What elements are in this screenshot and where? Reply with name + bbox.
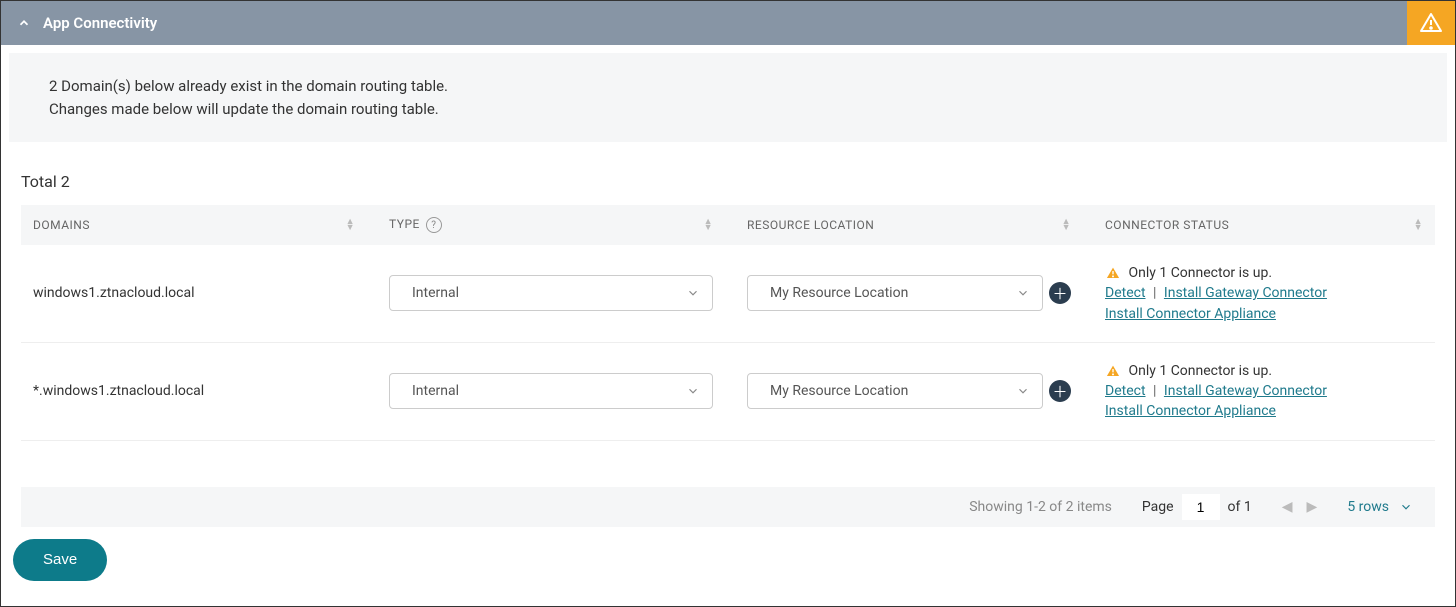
page-input[interactable] [1182, 494, 1220, 520]
save-button[interactable]: Save [13, 539, 107, 581]
warning-icon [1105, 265, 1121, 281]
column-header-status[interactable]: Connector Status ▲▼ [1093, 205, 1435, 245]
header-warning-badge[interactable] [1407, 1, 1455, 45]
rows-per-page-select[interactable]: 5 rows [1347, 499, 1413, 515]
page-group: Page of 1 [1142, 494, 1252, 520]
column-header-type[interactable]: Type? ▲▼ [377, 205, 725, 245]
domain-value: *.windows1.ztnacloud.local [33, 383, 204, 399]
table-row: *.windows1.ztnacloud.local Internal My R… [21, 343, 1435, 441]
section-title: App Connectivity [43, 14, 157, 32]
install-appliance-link[interactable]: Install Connector Appliance [1105, 306, 1276, 322]
install-gateway-link[interactable]: Install Gateway Connector [1164, 285, 1327, 301]
detect-link[interactable]: Detect [1105, 383, 1146, 399]
location-select[interactable]: My Resource Location [747, 275, 1043, 311]
chevron-down-icon [686, 384, 700, 398]
add-location-button[interactable]: ＋ [1049, 282, 1071, 304]
location-select[interactable]: My Resource Location [747, 373, 1043, 409]
install-gateway-link[interactable]: Install Gateway Connector [1164, 383, 1327, 399]
install-appliance-link[interactable]: Install Connector Appliance [1105, 403, 1276, 419]
section-header[interactable]: App Connectivity [1, 1, 1455, 45]
help-icon[interactable]: ? [426, 217, 442, 233]
sort-icon[interactable]: ▲▼ [1414, 219, 1423, 231]
table-footer: Showing 1-2 of 2 items Page of 1 ◀ ▶ 5 r… [21, 487, 1435, 527]
chevron-down-icon [686, 286, 700, 300]
chevron-down-icon [1016, 286, 1030, 300]
table-row: windows1.ztnacloud.local Internal My Res… [21, 245, 1435, 343]
info-line-1: 2 Domain(s) below already exist in the d… [49, 75, 1407, 98]
type-select[interactable]: Internal [389, 373, 713, 409]
column-header-location[interactable]: Resource Location ▲▼ [735, 205, 1083, 245]
showing-text: Showing 1-2 of 2 items [969, 499, 1112, 515]
info-line-2: Changes made below will update the domai… [49, 98, 1407, 121]
domain-value: windows1.ztnacloud.local [33, 285, 194, 301]
detect-link[interactable]: Detect [1105, 285, 1146, 301]
connector-status: Only 1 Connector is up. Detect | Install… [1093, 361, 1435, 422]
collapse-chevron-icon[interactable] [17, 16, 31, 30]
type-select[interactable]: Internal [389, 275, 713, 311]
info-banner: 2 Domain(s) below already exist in the d… [9, 53, 1447, 142]
table-header-row: Domains ▲▼ Type? ▲▼ Resource Location ▲▼… [21, 205, 1435, 245]
chevron-down-icon [1016, 384, 1030, 398]
sort-icon[interactable]: ▲▼ [704, 219, 713, 231]
add-location-button[interactable]: ＋ [1049, 380, 1071, 402]
sort-icon[interactable]: ▲▼ [1062, 219, 1071, 231]
next-page-button[interactable]: ▶ [1307, 499, 1318, 515]
sort-icon[interactable]: ▲▼ [346, 219, 355, 231]
warning-icon [1105, 363, 1121, 379]
column-header-domains[interactable]: Domains ▲▼ [21, 205, 367, 245]
chevron-down-icon [1399, 500, 1413, 514]
connector-status: Only 1 Connector is up. Detect | Install… [1093, 263, 1435, 324]
total-count: Total 2 [9, 166, 1447, 205]
prev-page-button[interactable]: ◀ [1282, 499, 1293, 515]
